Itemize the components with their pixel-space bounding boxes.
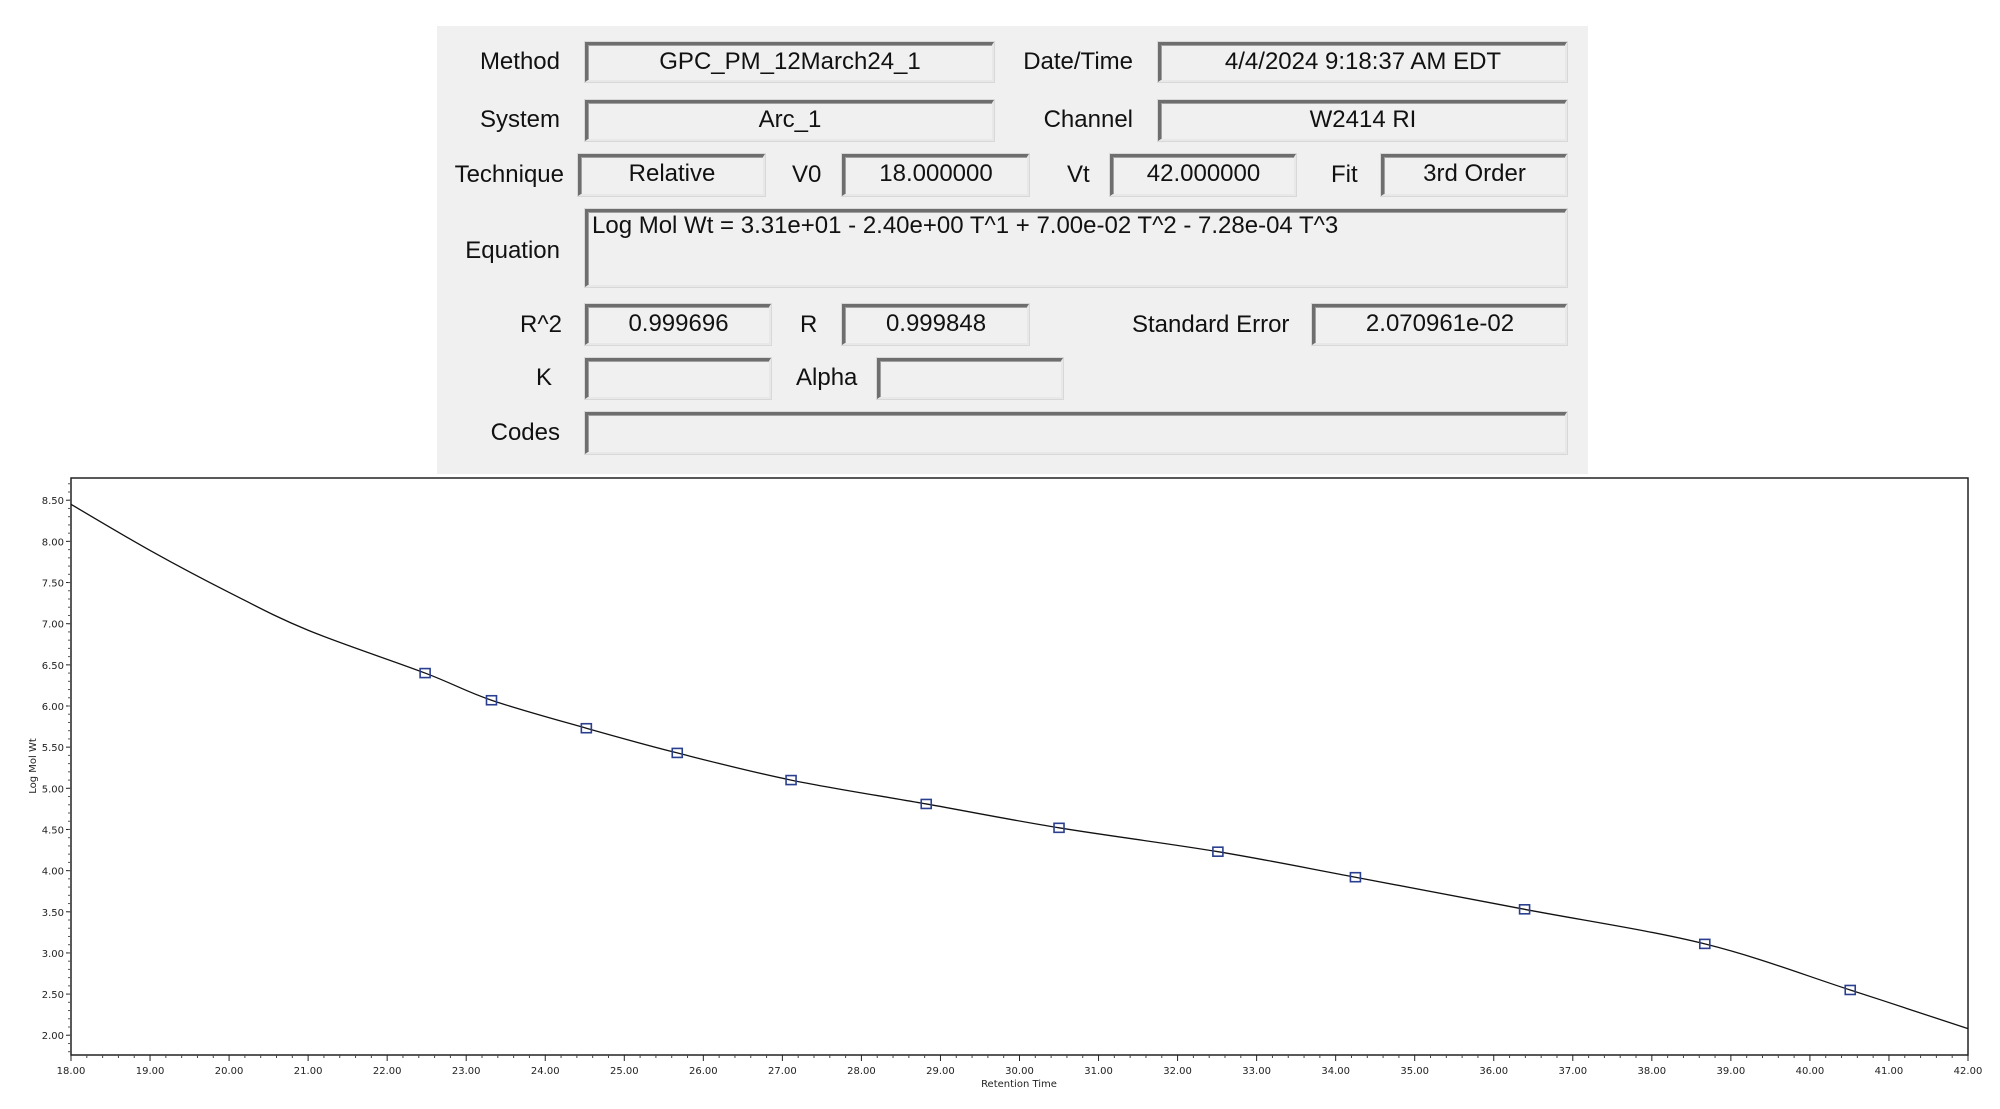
x-tick-label: 18.00 [57, 1066, 86, 1077]
x-tick-label: 29.00 [926, 1066, 955, 1077]
x-tick-label: 22.00 [373, 1066, 402, 1077]
calibration-curve-chart: 18.00 19.00 20.00 21.00 22.00 23.00 24.00 25.00… [28, 477, 1983, 1090]
y-tick-label: 4.00 [42, 867, 64, 878]
x-tick-label: 40.00 [1796, 1066, 1825, 1077]
y-tick-label: 2.00 [42, 1031, 64, 1042]
y-tick-label: 5.50 [42, 743, 64, 754]
x-tick-label: 27.00 [768, 1066, 797, 1077]
y-tick-label: 7.00 [42, 620, 64, 631]
y-axis-title: Log Mol Wt [28, 738, 39, 794]
x-tick-label: 42.00 [1954, 1066, 1983, 1077]
y-tick-label: 3.50 [42, 908, 64, 919]
y-tick-label: 6.50 [42, 661, 64, 672]
x-tick-label: 30.00 [1005, 1066, 1034, 1077]
x-tick-label: 31.00 [1084, 1066, 1113, 1077]
x-tick-label: 34.00 [1321, 1066, 1350, 1077]
plot-frame [70, 477, 1969, 1056]
x-tick-label: 25.00 [610, 1066, 639, 1077]
y-tick-label: 6.00 [42, 702, 64, 713]
x-tick-label: 26.00 [689, 1066, 718, 1077]
x-axis-title: Retention Time [981, 1079, 1057, 1090]
x-tick-label: 21.00 [294, 1066, 323, 1077]
y-tick-label: 3.00 [42, 949, 64, 960]
x-tick-label: 24.00 [531, 1066, 560, 1077]
y-tick-label: 2.50 [42, 990, 64, 1001]
x-tick-label: 32.00 [1163, 1066, 1192, 1077]
x-tick-label: 23.00 [452, 1066, 481, 1077]
x-tick-label: 20.00 [215, 1066, 244, 1077]
y-tick-label: 8.00 [42, 537, 64, 548]
x-tick-label: 37.00 [1558, 1066, 1587, 1077]
x-tick-label: 28.00 [847, 1066, 876, 1077]
x-tick-label: 38.00 [1638, 1066, 1667, 1077]
y-tick-label: 4.50 [42, 825, 64, 836]
x-tick-label: 41.00 [1875, 1066, 1904, 1077]
x-tick-label: 33.00 [1242, 1066, 1271, 1077]
x-tick-label: 39.00 [1717, 1066, 1746, 1077]
y-tick-label: 5.00 [42, 784, 64, 795]
y-tick-label: 7.50 [42, 579, 64, 590]
x-tick-label: 36.00 [1479, 1066, 1508, 1077]
x-tick-label: 19.00 [136, 1066, 165, 1077]
x-tick-label: 35.00 [1400, 1066, 1429, 1077]
y-tick-label: 8.50 [42, 496, 64, 507]
